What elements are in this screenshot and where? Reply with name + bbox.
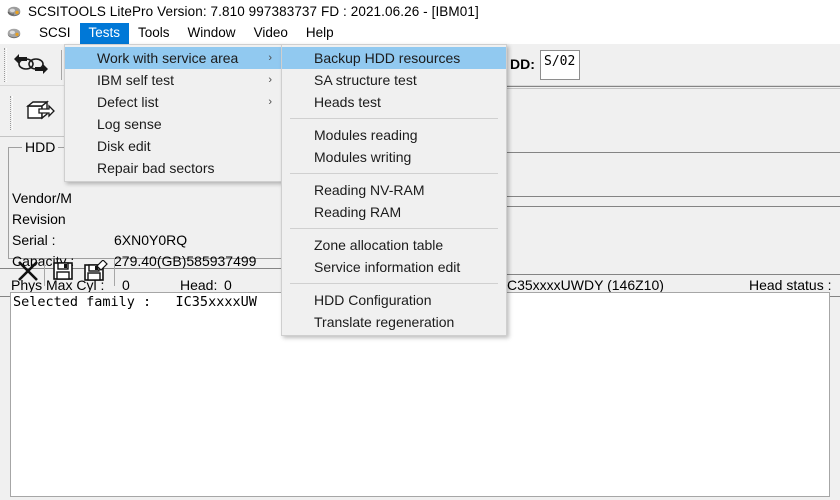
select-drive-icon (25, 100, 55, 129)
phys-max-cyl-value: 0 (122, 277, 130, 293)
menu-tests[interactable]: Tests (79, 22, 130, 44)
menu-item-label: Disk edit (97, 138, 151, 154)
menu-item-label: Defect list (97, 94, 159, 110)
right-panel-line-5 (506, 274, 840, 275)
menu-item-label: IBM self test (97, 72, 175, 88)
drive-toolbar-grip[interactable] (10, 96, 13, 130)
clear-x-icon (16, 259, 40, 288)
scsitools-app-icon (6, 3, 22, 19)
clear-log-button[interactable] (12, 258, 44, 288)
hdd-groupbox-label: HDD (22, 140, 59, 154)
menu-item-label: Heads test (314, 94, 381, 110)
rescan-bus-button[interactable] (12, 52, 50, 80)
toolbar-grip[interactable] (4, 48, 7, 82)
menu-item-label: Translate regeneration (314, 314, 455, 330)
menu-item-ibm-self-test[interactable]: IBM self test › (65, 69, 281, 91)
menu-item-service-information-edit[interactable]: Service information edit (282, 256, 506, 278)
tests-dropdown-menu: Work with service area › IBM self test ›… (64, 44, 282, 182)
service-area-submenu: Backup HDD resources SA structure test H… (281, 44, 507, 336)
menu-item-label: Zone allocation table (314, 237, 444, 253)
head-status-label: Head status : (749, 277, 832, 293)
menu-item-hdd-configuration[interactable]: HDD Configuration (282, 289, 506, 311)
chevron-right-icon: › (268, 74, 272, 86)
log-toolbar-separator-1 (44, 258, 45, 286)
menu-video[interactable]: Video (245, 23, 297, 44)
right-panel-line-1 (506, 86, 840, 87)
head-value: 0 (224, 277, 232, 293)
menu-separator (290, 228, 498, 229)
right-panel-line-2 (506, 152, 840, 153)
window-title: SCSITOOLS LitePro Version: 7.810 9973837… (28, 3, 479, 19)
revision-label: Revision (12, 211, 66, 227)
chevron-right-icon: › (268, 52, 272, 64)
selected-family-value: C35xxxxUWDY (146Z10) (507, 277, 664, 293)
select-drive-button[interactable] (20, 99, 60, 129)
right-panel-line-4 (506, 206, 840, 207)
menu-item-label: Log sense (97, 116, 162, 132)
swap-arrows-icon (14, 53, 48, 79)
capacity-value: 279.40(GB)585937499 (114, 253, 257, 269)
save-log-button[interactable] (48, 260, 78, 286)
menu-separator (290, 118, 498, 119)
menu-item-modules-writing[interactable]: Modules writing (282, 146, 506, 168)
title-bar: SCSITOOLS LitePro Version: 7.810 9973837… (0, 0, 840, 22)
menu-bar: SCSI Tests Tools Window Video Help (0, 22, 840, 44)
right-panel-line-3 (506, 196, 840, 197)
menu-item-log-sense[interactable]: Log sense (65, 113, 281, 135)
menu-item-repair-bad-sectors[interactable]: Repair bad sectors (65, 157, 281, 179)
menu-item-label: Reading NV-RAM (314, 182, 425, 198)
scsi-doc-icon (6, 25, 22, 41)
menu-scsi[interactable]: SCSI (30, 23, 80, 44)
menu-item-label: Work with service area (97, 50, 239, 66)
menu-item-disk-edit[interactable]: Disk edit (65, 135, 281, 157)
menu-item-translate-regeneration[interactable]: Translate regeneration (282, 311, 506, 333)
menu-item-modules-reading[interactable]: Modules reading (282, 124, 506, 146)
menu-item-label: Reading RAM (314, 204, 402, 220)
menu-item-label: HDD Configuration (314, 292, 432, 308)
menu-item-reading-ram[interactable]: Reading RAM (282, 201, 506, 223)
menu-item-label: Repair bad sectors (97, 160, 215, 176)
hdd-id-label: DD: (510, 56, 535, 72)
menu-item-label: Backup HDD resources (314, 50, 461, 66)
vendor-model-label: Vendor/M (12, 190, 72, 206)
application-window: SCSITOOLS LitePro Version: 7.810 9973837… (0, 0, 840, 500)
save-as-icon (83, 258, 109, 287)
serial-label: Serial : (12, 232, 56, 248)
menu-item-heads-test[interactable]: Heads test (282, 91, 506, 113)
save-icon (52, 260, 74, 287)
menu-item-reading-nv-ram[interactable]: Reading NV-RAM (282, 179, 506, 201)
hdd-id-field[interactable]: S/02 (540, 50, 580, 80)
menu-item-label: Modules writing (314, 149, 412, 165)
menu-item-label: SA structure test (314, 72, 417, 88)
menu-item-defect-list[interactable]: Defect list › (65, 91, 281, 113)
menu-window[interactable]: Window (179, 23, 245, 44)
menu-item-label: Service information edit (314, 259, 461, 275)
menu-item-label: Modules reading (314, 127, 418, 143)
log-toolbar-separator-2 (114, 258, 115, 286)
menu-item-zone-allocation-table[interactable]: Zone allocation table (282, 234, 506, 256)
head-label: Head: (180, 277, 218, 293)
serial-value: 6XN0Y0RQ (114, 232, 188, 248)
menu-separator (290, 283, 498, 284)
menu-item-backup-hdd-resources[interactable]: Backup HDD resources (282, 47, 506, 69)
menu-item-work-with-service-area[interactable]: Work with service area › (65, 47, 281, 69)
toolbar-separator-1 (61, 50, 62, 80)
chevron-right-icon: › (268, 96, 272, 108)
menu-separator (290, 173, 498, 174)
menu-item-sa-structure-test[interactable]: SA structure test (282, 69, 506, 91)
menu-tools[interactable]: Tools (129, 23, 179, 44)
save-log-as-button[interactable] (80, 258, 112, 287)
right-panel-line-1b (506, 88, 840, 89)
menu-help[interactable]: Help (297, 23, 343, 44)
